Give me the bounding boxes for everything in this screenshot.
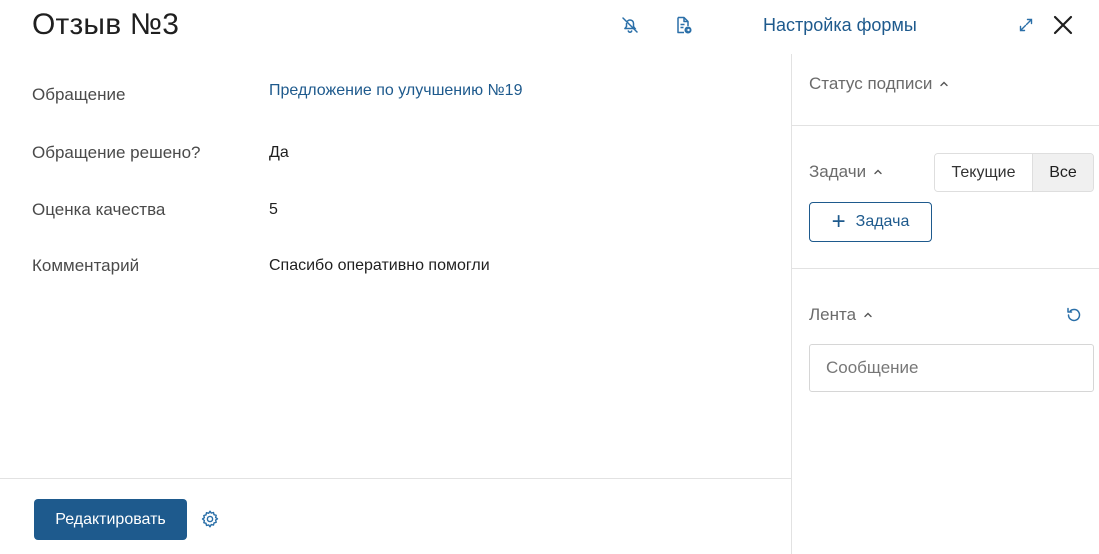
tasks-header[interactable]: Задачи [809, 162, 884, 182]
field-value: Спасибо оперативно помогли [269, 257, 490, 274]
form-settings-link[interactable]: Настройка формы [763, 15, 917, 36]
feed-header[interactable]: Лента [809, 305, 874, 325]
chevron-up-icon [940, 81, 949, 87]
field-value: Да [269, 144, 289, 161]
field-label: Обращение решено? [32, 143, 201, 162]
signature-status-header[interactable]: Статус подписи [809, 74, 950, 94]
signature-status-title: Статус подписи [809, 74, 933, 93]
field-value: 5 [269, 201, 278, 218]
refresh-icon[interactable] [1064, 305, 1084, 325]
page-title: Отзыв №3 [32, 8, 180, 41]
field-row-request: Обращение Предложение по улучшению №19 [32, 82, 772, 107]
sidebar-divider [792, 125, 1099, 126]
tasks-title: Задачи [809, 162, 867, 181]
chevron-up-icon [874, 169, 882, 175]
field-row-resolved: Обращение решено? Да [32, 141, 772, 165]
field-row-comment: Комментарий Спасибо оперативно помогли [32, 254, 772, 278]
panel-divider [791, 54, 792, 554]
bell-off-icon[interactable] [619, 14, 641, 36]
field-label: Оценка качества [32, 200, 166, 219]
gear-icon[interactable] [200, 509, 220, 529]
message-input[interactable] [809, 344, 1094, 392]
request-link[interactable]: Предложение по улучшению №19 [269, 82, 522, 100]
add-task-button[interactable]: + Задача [809, 202, 932, 242]
add-task-label: Задача [855, 213, 910, 230]
chevron-up-icon [864, 312, 872, 318]
plus-icon: + [831, 208, 846, 235]
sidebar-divider [792, 268, 1099, 269]
edit-button[interactable]: Редактировать [34, 499, 187, 540]
toggle-current[interactable]: Текущие [935, 154, 1032, 191]
close-icon[interactable] [1051, 13, 1075, 37]
toggle-all[interactable]: Все [1032, 154, 1093, 191]
feed-title: Лента [809, 305, 857, 324]
footer-divider [0, 478, 791, 479]
tasks-filter-toggle: Текущие Все [934, 153, 1094, 192]
field-row-quality: Оценка качества 5 [32, 198, 772, 222]
field-label: Обращение [32, 85, 126, 104]
field-label: Комментарий [32, 256, 140, 275]
document-export-icon[interactable] [672, 14, 694, 36]
expand-icon[interactable] [1015, 14, 1037, 36]
